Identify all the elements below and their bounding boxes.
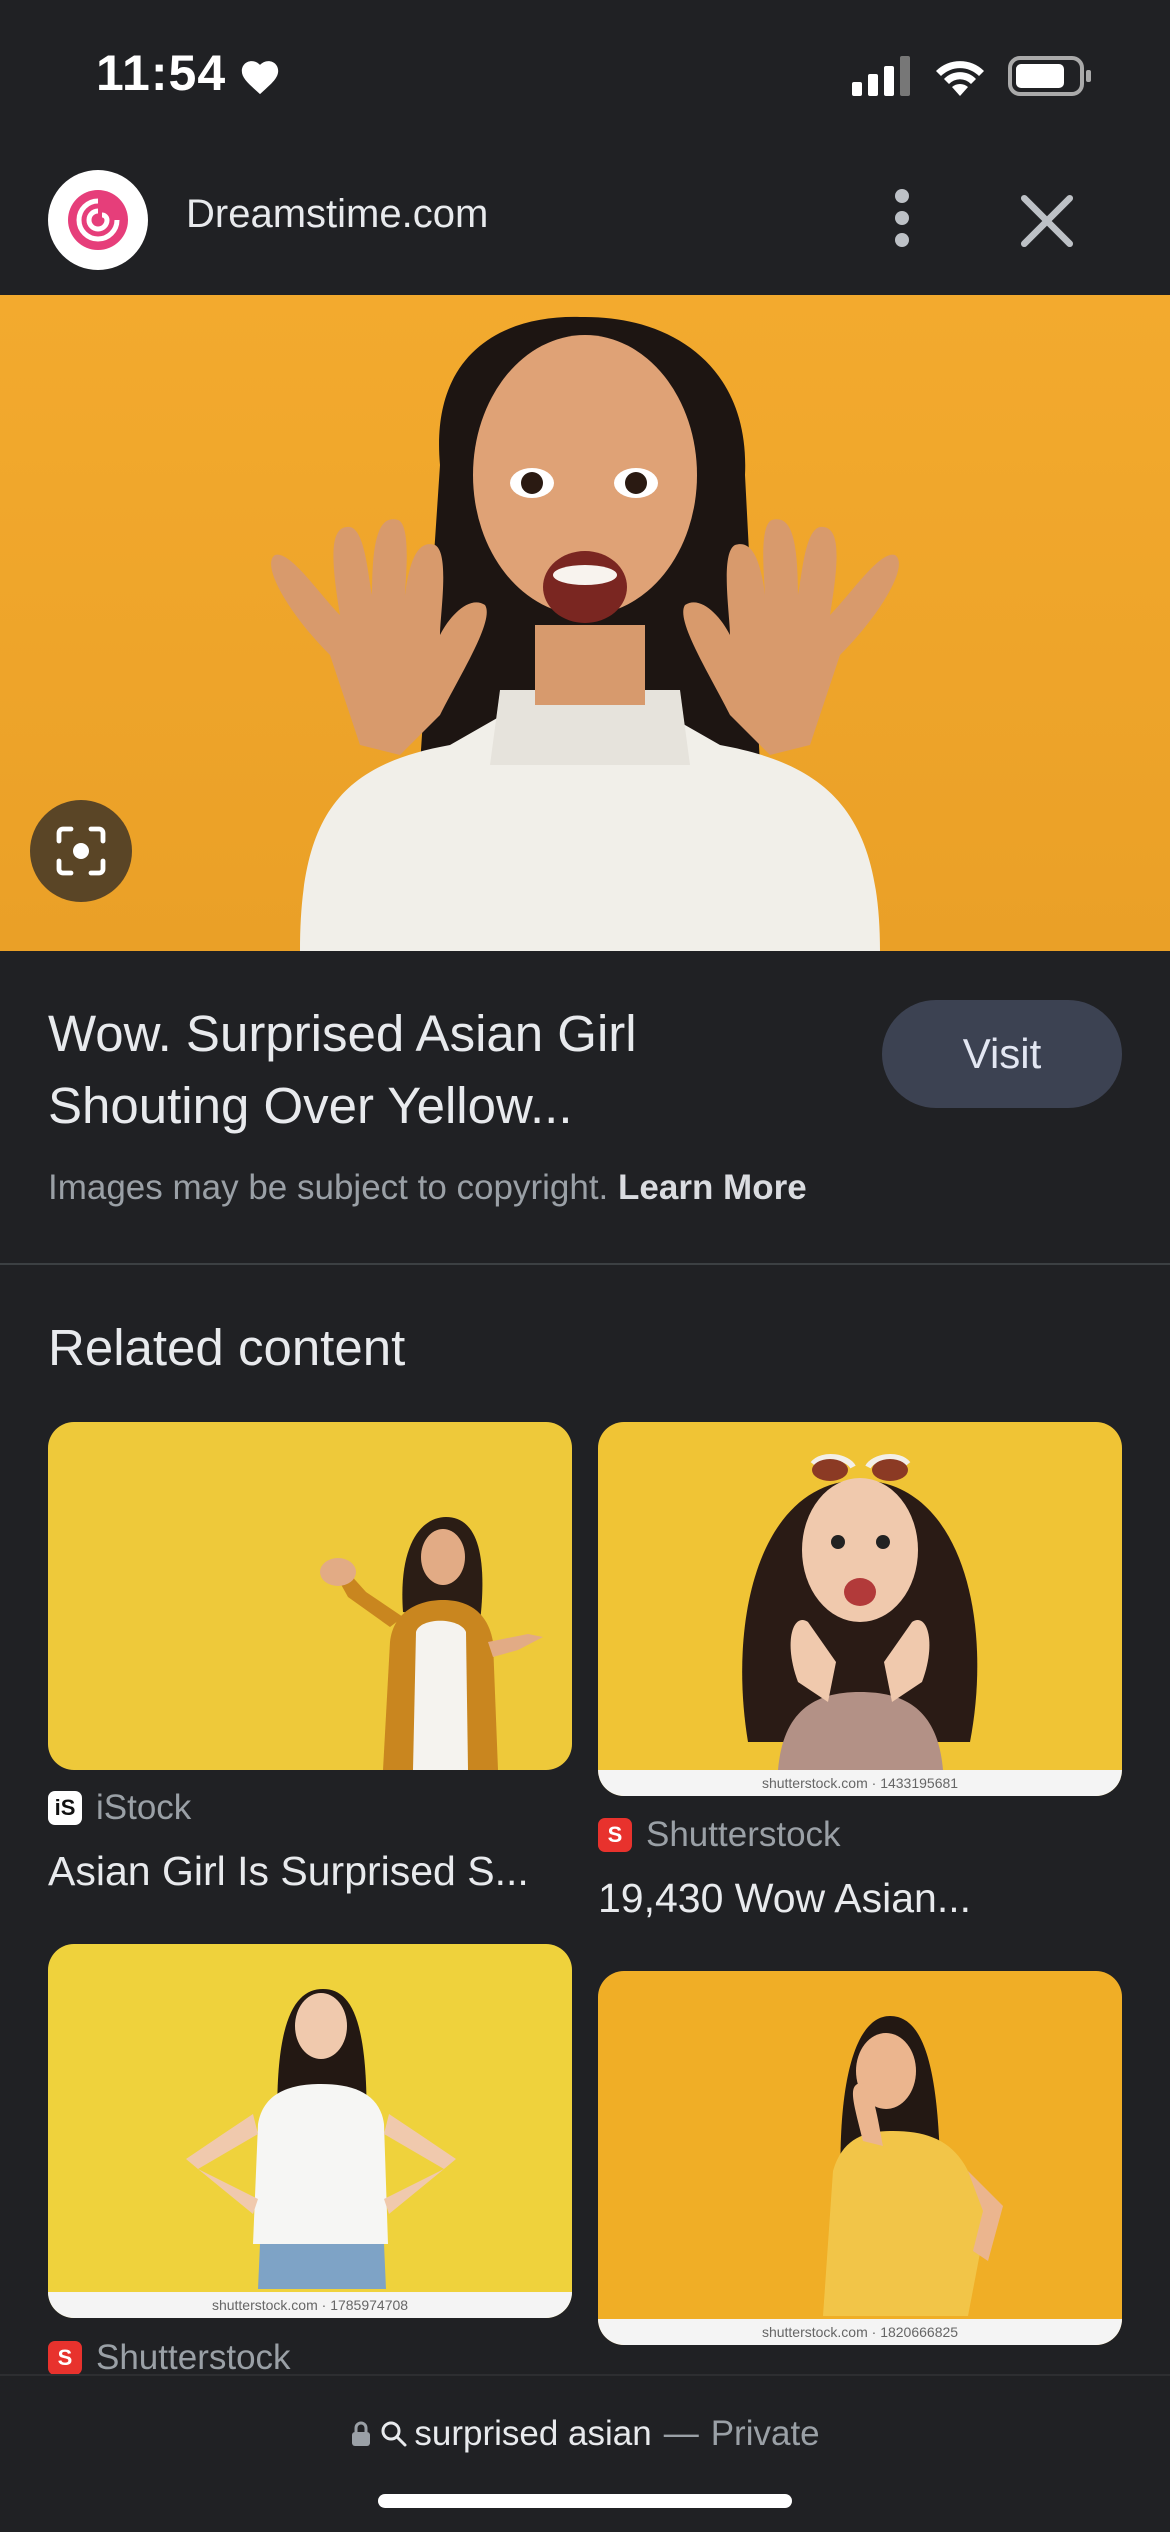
related-card-image-2[interactable]: shutterstock.com · 1433195681 [598, 1422, 1122, 1796]
lock-icon [352, 2421, 371, 2446]
search-icon [381, 2421, 407, 2447]
image-title-line1: Wow. Surprised Asian Girl [48, 1005, 637, 1062]
copyright-text: Images may be subject to copyright. [48, 1168, 609, 1207]
related-card-source-2: S Shutterstock [598, 1815, 841, 1855]
site-logo[interactable] [48, 170, 148, 270]
preview-image[interactable] [0, 295, 1170, 951]
query-separator: — [663, 2414, 699, 2453]
dreamstime-swirl-logo-icon [68, 190, 128, 250]
related-card-image-4[interactable]: shutterstock.com · 1820666825 [598, 1971, 1122, 2345]
related-card-source-name-3: Shutterstock [96, 2338, 291, 2377]
related-content-heading: Related content [48, 1319, 406, 1376]
copyright-notice: Images may be subject to copyright. Lear… [48, 1168, 807, 1208]
related-photo-4 [823, 2016, 1003, 2316]
surprised-woman-photo [271, 316, 899, 951]
lens-search-icon [56, 826, 106, 876]
image-title: Wow. Surprised Asian Girl Shouting Over … [48, 998, 828, 1142]
more-options-icon[interactable] [880, 186, 924, 250]
related-card-title-1[interactable]: Asian Girl Is Surprised S... [48, 1848, 529, 1895]
viewer-header: Dreamstime.com [0, 150, 1170, 295]
site-name[interactable]: Dreamstime.com [186, 192, 488, 237]
related-photo-2 [742, 1454, 978, 1770]
related-card-watermark-2: shutterstock.com · 1433195681 [598, 1770, 1122, 1796]
related-photo-3 [186, 1989, 456, 2289]
home-indicator[interactable] [378, 2494, 792, 2508]
cellular-signal-icon [852, 56, 910, 96]
related-card-image-3[interactable]: shutterstock.com · 1785974708 [48, 1944, 572, 2318]
image-title-line2: Shouting Over Yellow... [48, 1077, 573, 1134]
related-card-source-name-2: Shutterstock [646, 1815, 841, 1854]
battery-icon [1008, 56, 1091, 96]
close-icon[interactable] [1016, 190, 1078, 252]
heart-icon [241, 61, 279, 95]
related-card-source-name-1: iStock [96, 1788, 192, 1827]
related-card-watermark-4: shutterstock.com · 1820666825 [598, 2319, 1122, 2345]
shutterstock-logo-icon: S [598, 1818, 632, 1852]
visit-button[interactable]: Visit [882, 1000, 1122, 1108]
address-bar[interactable]: surprised asian — Private [0, 2414, 1170, 2454]
lens-search-button[interactable] [30, 800, 132, 902]
learn-more-link[interactable]: Learn More [618, 1168, 807, 1207]
related-card-source-1: iS iStock [48, 1788, 191, 1828]
related-card-watermark-3: shutterstock.com · 1785974708 [48, 2292, 572, 2318]
related-photo-1 [320, 1517, 543, 1770]
status-bar: 11:54 [0, 0, 1170, 150]
search-query: surprised asian [414, 2414, 652, 2453]
shutterstock-logo-icon: S [48, 2341, 82, 2375]
related-card-title-2[interactable]: 19,430 Wow Asian... [598, 1875, 971, 1922]
bottom-address-bar: surprised asian — Private [0, 2374, 1170, 2532]
section-divider [0, 1263, 1170, 1265]
wifi-icon [936, 61, 984, 96]
related-card-image-1[interactable] [48, 1422, 572, 1770]
status-time: 11:54 [96, 45, 227, 101]
private-mode-label: Private [710, 2414, 820, 2453]
related-card-source-3: S Shutterstock [48, 2338, 291, 2378]
istock-logo-icon: iS [48, 1791, 82, 1825]
